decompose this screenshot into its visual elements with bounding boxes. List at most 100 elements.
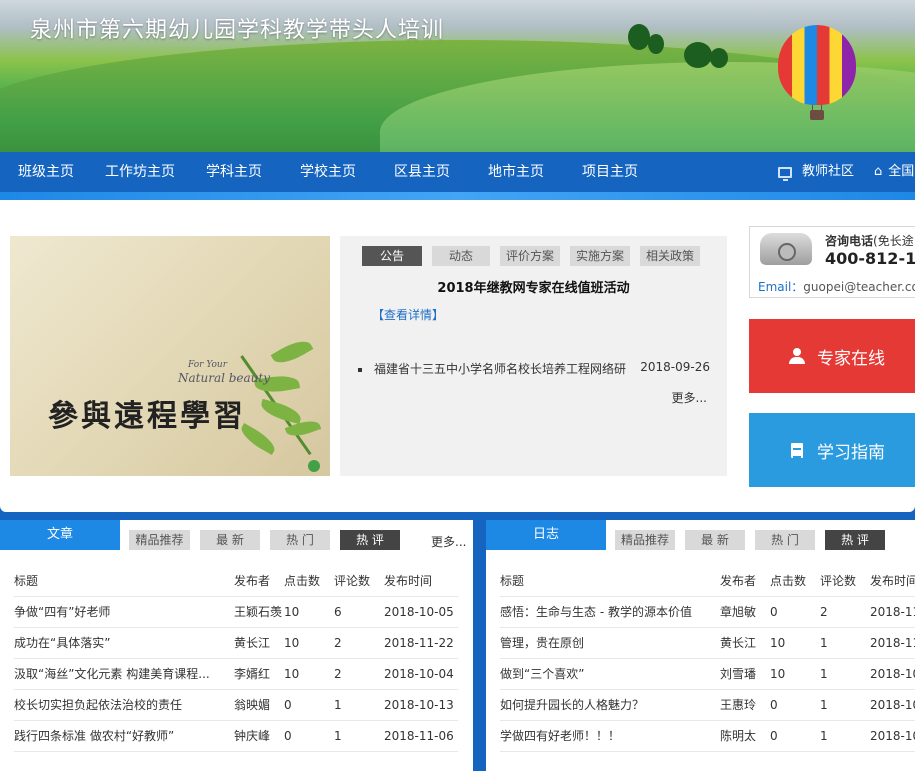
site-title: 泉州市第六期幼儿园学科教学带头人培训 bbox=[30, 18, 445, 43]
row-date: 2018-11-06 bbox=[384, 729, 454, 743]
row-author[interactable]: 章旭敏 bbox=[720, 597, 770, 628]
row-clicks: 0 bbox=[770, 729, 778, 743]
articles-tab-popular[interactable]: 热 门 bbox=[270, 530, 330, 550]
row-title-link[interactable]: 践行四条标准 做农村“好教师” bbox=[14, 721, 228, 752]
articles-tab-featured[interactable]: 精品推荐 bbox=[129, 530, 190, 550]
logs-table: 标题 发布者 点击数 评论数 发布时间 感悟：生命与生态 - 教学的源本价值 章… bbox=[500, 566, 915, 752]
articles-more-link[interactable]: 更多... bbox=[431, 533, 466, 550]
table-header: 标题 发布者 点击数 评论数 发布时间 bbox=[14, 566, 458, 597]
row-date: 2018-10 bbox=[870, 698, 915, 712]
row-comments: 1 bbox=[820, 698, 828, 712]
logs-tab-latest[interactable]: 最 新 bbox=[685, 530, 745, 550]
row-clicks: 10 bbox=[770, 636, 786, 650]
document-icon bbox=[791, 442, 803, 458]
image-slideshow[interactable]: For Your Natural beauty 參與遠程學習 bbox=[10, 236, 330, 476]
row-author[interactable]: 王颖石羡 bbox=[234, 597, 284, 628]
row-title-link[interactable]: 争做“四有”好老师 bbox=[14, 597, 228, 628]
nav-city-home[interactable]: 地市主页 bbox=[488, 152, 544, 192]
announcement-tabs: 公告 动态 评价方案 实施方案 相关政策 bbox=[362, 246, 710, 266]
row-date: 2018-10 bbox=[870, 667, 915, 681]
row-comments: 2 bbox=[820, 605, 828, 619]
contact-phone-number: 400-812-12 bbox=[825, 249, 915, 268]
slideshow-indicator-dot[interactable] bbox=[308, 460, 320, 472]
nav-teacher-community-label: 教师社区 bbox=[802, 164, 855, 179]
row-title-link[interactable]: 感悟：生命与生态 - 教学的源本价值 bbox=[500, 597, 714, 628]
main-nav: 班级主页 工作坊主页 学科主页 学校主页 区县主页 地市主页 项目主页 教师社区… bbox=[0, 152, 915, 192]
contact-label-note: (免长途 bbox=[873, 234, 914, 248]
tab-news[interactable]: 动态 bbox=[432, 246, 490, 266]
balloon-basket bbox=[810, 110, 824, 120]
articles-tab-hot-comments[interactable]: 热 评 bbox=[340, 530, 400, 550]
nav-teacher-community[interactable]: 教师社区 bbox=[778, 152, 854, 192]
banner-tree bbox=[684, 42, 712, 68]
announcement-item[interactable]: 福建省十三五中小学名师名校长培养工程网络研 2018-09-26 bbox=[358, 360, 710, 377]
row-author[interactable]: 翁映媚 bbox=[234, 690, 284, 721]
tab-evaluation-plan[interactable]: 评价方案 bbox=[500, 246, 560, 266]
logs-panel-title: 日志 bbox=[486, 520, 606, 550]
row-author[interactable]: 黄长江 bbox=[720, 628, 770, 659]
col-date: 发布时间 bbox=[384, 574, 433, 588]
row-date: 2018-11-22 bbox=[384, 636, 454, 650]
row-title-link[interactable]: 学做四有好老师！！！ bbox=[500, 721, 714, 752]
table-row: 学做四有好老师！！！ 陈明太 0 1 2018-10 bbox=[500, 721, 915, 752]
logs-tab-popular[interactable]: 热 门 bbox=[755, 530, 815, 550]
logs-panel: 日志 精品推荐 最 新 热 门 热 评 标题 发布者 点击数 评论数 发布时间 … bbox=[486, 520, 915, 771]
row-clicks: 10 bbox=[284, 636, 300, 650]
contact-box: 咨询电话(免长途 400-812-12 Email：guopei@teacher… bbox=[749, 226, 915, 298]
nav-county-home[interactable]: 区县主页 bbox=[394, 152, 450, 192]
announcement-item-title: 福建省十三五中小学名师名校长培养工程网络研 bbox=[374, 362, 627, 376]
articles-table: 标题 发布者 点击数 评论数 发布时间 争做“四有”好老师 王颖石羡 10 6 … bbox=[14, 566, 458, 752]
row-title-link[interactable]: 成功在“具体落实” bbox=[14, 628, 228, 659]
announcement-headline[interactable]: 2018年继教网专家在线值班活动 bbox=[340, 277, 727, 296]
row-author[interactable]: 钟庆峰 bbox=[234, 721, 284, 752]
tab-implementation-plan[interactable]: 实施方案 bbox=[570, 246, 630, 266]
articles-panel: 文章 精品推荐 最 新 热 门 热 评 更多... 标题 发布者 点击数 评论数… bbox=[0, 520, 473, 771]
nav-school-home[interactable]: 学校主页 bbox=[300, 152, 356, 192]
row-comments: 2 bbox=[334, 636, 342, 650]
learning-guide-button[interactable]: 学习指南 bbox=[749, 413, 915, 487]
row-author[interactable]: 李婿红 bbox=[234, 659, 284, 690]
row-author[interactable]: 刘雪璠 bbox=[720, 659, 770, 690]
slide-caption: Natural beauty bbox=[178, 371, 271, 385]
announcement-item-date: 2018-09-26 bbox=[640, 360, 710, 374]
nav-subject-home[interactable]: 学科主页 bbox=[206, 152, 262, 192]
table-row: 管理，贵在原创 黄长江 10 1 2018-11 bbox=[500, 628, 915, 659]
row-comments: 6 bbox=[334, 605, 342, 619]
nav-workshop-home[interactable]: 工作坊主页 bbox=[105, 152, 175, 192]
table-row: 践行四条标准 做农村“好教师” 钟庆峰 0 1 2018-11-06 bbox=[14, 721, 458, 752]
leaf-shape bbox=[258, 398, 304, 425]
row-author[interactable]: 王惠玲 bbox=[720, 690, 770, 721]
nav-project-home[interactable]: 项目主页 bbox=[582, 152, 638, 192]
expert-online-label: 专家在线 bbox=[817, 348, 885, 369]
table-row: 如何提升园长的人格魅力？ 王惠玲 0 1 2018-10 bbox=[500, 690, 915, 721]
row-clicks: 0 bbox=[284, 698, 292, 712]
main-content: For Your Natural beauty 參與遠程學習 公告 动态 评价方… bbox=[0, 200, 915, 512]
tab-announcement[interactable]: 公告 bbox=[362, 246, 422, 266]
row-title-link[interactable]: 管理，贵在原创 bbox=[500, 628, 714, 659]
row-date: 2018-10-05 bbox=[384, 605, 454, 619]
row-title-link[interactable]: 做到“三个喜欢” bbox=[500, 659, 714, 690]
articles-tab-latest[interactable]: 最 新 bbox=[200, 530, 260, 550]
row-title-link[interactable]: 如何提升园长的人格魅力？ bbox=[500, 690, 714, 721]
tab-related-policy[interactable]: 相关政策 bbox=[640, 246, 700, 266]
nav-national[interactable]: ⌂ 全国 bbox=[874, 152, 914, 192]
logs-tab-hot-comments[interactable]: 热 评 bbox=[825, 530, 885, 550]
user-icon bbox=[789, 348, 805, 364]
col-author: 发布者 bbox=[234, 574, 271, 588]
row-date: 2018-11 bbox=[870, 636, 915, 650]
row-author[interactable]: 黄长江 bbox=[234, 628, 284, 659]
table-row: 成功在“具体落实” 黄长江 10 2 2018-11-22 bbox=[14, 628, 458, 659]
hot-air-balloon-icon bbox=[778, 25, 856, 105]
slide-calligraphy: 參與遠程學習 bbox=[48, 399, 246, 434]
logs-tab-featured[interactable]: 精品推荐 bbox=[615, 530, 675, 550]
announcement-more-link[interactable]: 更多... bbox=[672, 389, 707, 406]
view-details-link[interactable]: 【查看详情】 bbox=[372, 306, 444, 323]
expert-online-button[interactable]: 专家在线 bbox=[749, 319, 915, 393]
row-title-link[interactable]: 校长切实担负起依法治校的责任 bbox=[14, 690, 228, 721]
row-title-link[interactable]: 汲取“海丝”文化元素 构建美育课程... bbox=[14, 659, 228, 690]
nav-class-home[interactable]: 班级主页 bbox=[18, 152, 74, 192]
bullet-icon bbox=[358, 367, 362, 372]
row-author[interactable]: 陈明太 bbox=[720, 721, 770, 752]
contact-email[interactable]: Email：guopei@teacher.com bbox=[758, 278, 915, 295]
row-clicks: 0 bbox=[284, 729, 292, 743]
